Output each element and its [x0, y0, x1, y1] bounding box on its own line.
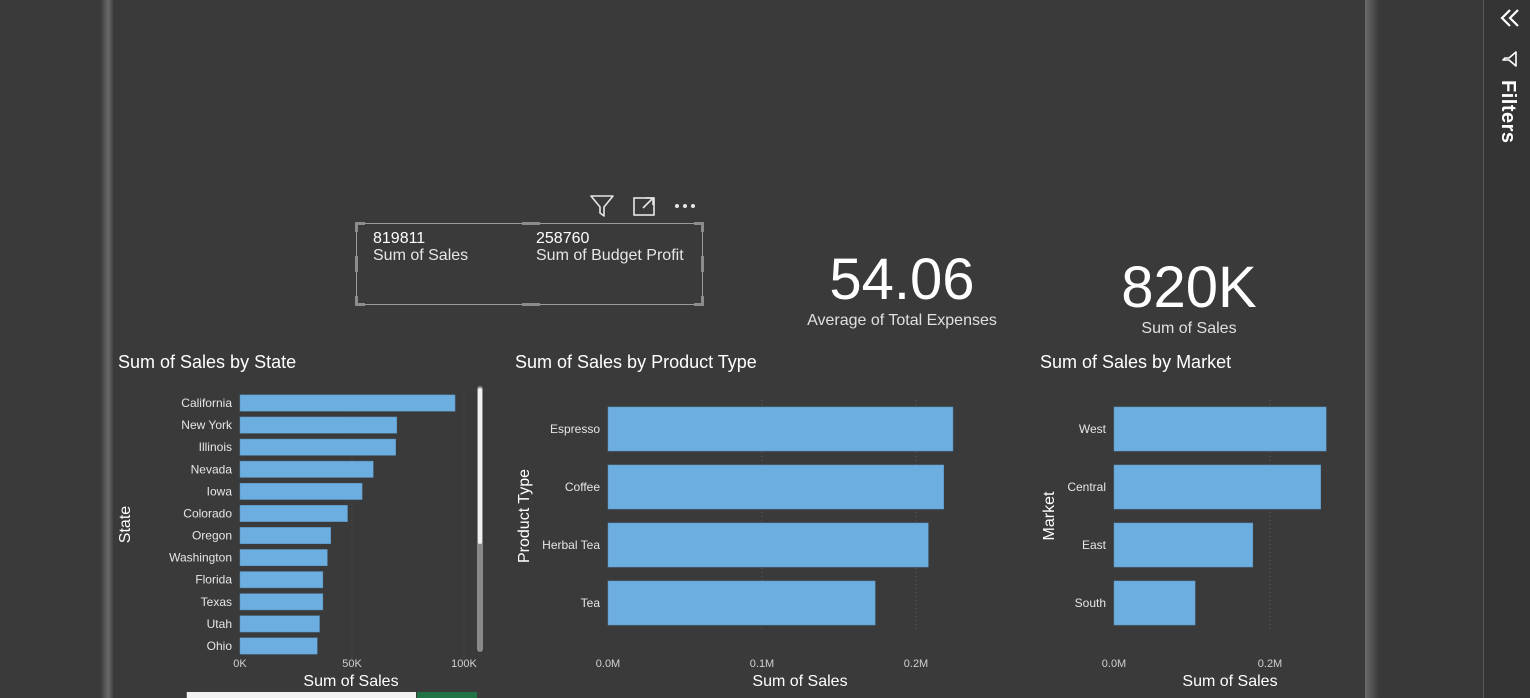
category-label: Nevada	[191, 462, 233, 476]
category-label: Tea	[581, 596, 601, 610]
page-shadow-right	[1365, 0, 1379, 698]
bar	[239, 571, 324, 589]
card-label: Sum of Sales	[1141, 320, 1237, 337]
bar	[607, 580, 876, 626]
resize-handle[interactable]	[522, 303, 540, 306]
category-label: Central	[1067, 480, 1106, 494]
x-axis-title: Sum of Sales	[752, 673, 847, 690]
multirow-value: 819811	[373, 230, 426, 247]
card-average-total-expenses[interactable]: 54.06 Average of Total Expenses	[800, 250, 1004, 330]
scrollbar-thumb[interactable]	[478, 388, 482, 544]
filter-icon[interactable]	[588, 192, 616, 220]
category-label: California	[181, 396, 232, 410]
x-tick-label: 50K	[342, 658, 362, 670]
category-label: West	[1079, 422, 1107, 436]
resize-handle[interactable]	[701, 222, 704, 232]
card-value: 54.06	[829, 247, 975, 312]
category-label: East	[1082, 538, 1107, 552]
bar	[239, 482, 363, 500]
market-bar-chart[interactable]: 0.0M 0.2M West Central East South Sum of Sales…	[1030, 380, 1350, 692]
card-label: Average of Total Expenses	[807, 312, 997, 329]
chevron-double-left-icon[interactable]	[1498, 6, 1522, 30]
category-label: Espresso	[550, 422, 600, 436]
card-value: 820K	[1121, 255, 1257, 320]
resize-handle[interactable]	[355, 296, 358, 306]
product-type-bar-chart[interactable]: 0.0M 0.1M 0.2M Espresso Coffee Herbal Tea Tea S…	[505, 380, 975, 692]
state-bar-chart[interactable]: 0K 50K 100K California New York Illinois Nevad…	[110, 380, 500, 692]
filter-icon	[1502, 51, 1517, 67]
x-tick-label: 0.0M	[596, 658, 620, 670]
x-tick-label: 0.2M	[904, 658, 928, 670]
page-tab-active[interactable]	[417, 692, 477, 698]
bar	[239, 615, 320, 633]
resize-handle[interactable]	[355, 222, 358, 232]
x-axis-title: Sum of Sales	[1182, 673, 1277, 690]
bar	[239, 394, 456, 412]
focus-mode-icon[interactable]	[630, 192, 658, 220]
visual-header	[588, 192, 708, 220]
chart-title-product-type: Sum of Sales by Product Type	[515, 352, 757, 372]
card-sum-of-sales[interactable]: 820K Sum of Sales	[1098, 258, 1280, 338]
resize-handle[interactable]	[701, 296, 704, 306]
multirow-card[interactable]: 819811 Sum of Sales 258760 Sum of Budget…	[355, 222, 704, 306]
bar	[1113, 406, 1327, 452]
category-label: Utah	[207, 617, 232, 631]
bar	[239, 438, 396, 456]
resize-handle[interactable]	[355, 256, 358, 272]
multirow-item: 819811 Sum of Sales	[373, 230, 468, 264]
more-options-icon[interactable]	[671, 192, 699, 220]
category-label: Florida	[195, 573, 232, 587]
bar	[1113, 522, 1254, 568]
multirow-value: 258760	[536, 230, 590, 247]
resize-handle[interactable]	[701, 256, 704, 272]
bar	[239, 460, 374, 478]
bar	[239, 416, 398, 434]
page-tab[interactable]	[113, 692, 187, 698]
x-tick-label: 0.0M	[1102, 658, 1126, 670]
x-tick-label: 0K	[233, 658, 247, 670]
bar	[239, 549, 328, 567]
right-gutter	[1379, 0, 1483, 698]
left-gutter	[0, 0, 106, 698]
x-tick-label: 0.1M	[750, 658, 774, 670]
x-tick-label: 0.2M	[1258, 658, 1282, 670]
bar	[239, 527, 331, 544]
multirow-label: Sum of Sales	[373, 247, 469, 264]
category-label: Herbal Tea	[542, 538, 600, 552]
filters-pane[interactable]: Filters	[1483, 0, 1530, 698]
category-label: Colorado	[183, 506, 232, 520]
multirow-item: 258760 Sum of Budget Profit	[536, 230, 684, 264]
chart-title-state: Sum of Sales by State	[118, 352, 297, 372]
resize-handle[interactable]	[522, 222, 540, 225]
bar	[1113, 464, 1321, 510]
category-label: Oregon	[192, 529, 232, 543]
category-label: Texas	[201, 595, 232, 609]
multirow-label: Sum of Budget Profit	[536, 247, 684, 264]
x-tick-label: 100K	[451, 658, 477, 670]
category-label: Iowa	[207, 484, 233, 498]
bar	[607, 464, 944, 510]
bar	[239, 637, 318, 655]
category-label: Illinois	[199, 440, 232, 454]
y-axis-title: Market	[1041, 491, 1058, 540]
y-axis-title: State	[117, 506, 134, 543]
bar	[607, 406, 954, 452]
category-label: Coffee	[565, 480, 600, 494]
y-axis-title: Product Type	[516, 469, 533, 563]
category-label: South	[1075, 596, 1106, 610]
bar	[607, 522, 929, 568]
page-tab[interactable]	[187, 692, 416, 698]
bar	[1113, 580, 1196, 626]
category-label: Washington	[169, 551, 232, 565]
bar	[239, 505, 348, 522]
bar	[239, 593, 324, 611]
category-label: Ohio	[207, 639, 233, 653]
chart-title-market: Sum of Sales by Market	[1040, 352, 1232, 372]
category-label: New York	[181, 418, 233, 432]
filters-label: Filters	[1497, 80, 1519, 144]
x-axis-title: Sum of Sales	[303, 673, 398, 690]
